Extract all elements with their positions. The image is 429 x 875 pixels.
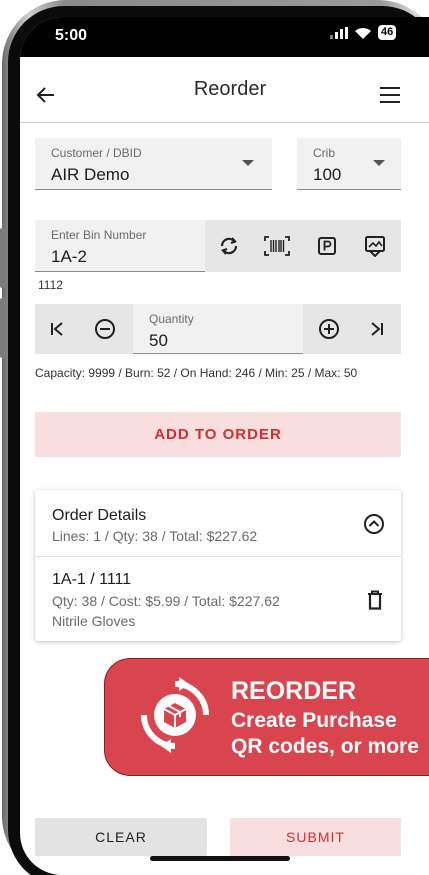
quantity-value: 50: [149, 331, 168, 350]
chevron-up-circle-icon[interactable]: [363, 513, 385, 535]
quantity-label: Quantity: [149, 312, 194, 326]
bin-sub-value: 1112: [38, 278, 63, 292]
bin-stats: Capacity: 9999 / Burn: 52 / On Hand: 246…: [35, 366, 358, 380]
promo-title: REORDER: [231, 677, 357, 705]
customer-value: AIR Demo: [51, 165, 130, 184]
customer-select[interactable]: Customer / DBID AIR Demo: [35, 138, 272, 190]
barcode-scan-button[interactable]: [257, 230, 297, 262]
p-box-icon: [318, 237, 336, 255]
wifi-icon: [355, 27, 371, 39]
skip-first-icon: [51, 322, 63, 336]
phone-side-button: [0, 228, 6, 288]
promo-banner: REORDER Create Purchase QR codes, or mor…: [104, 658, 429, 776]
increment-button[interactable]: [311, 313, 347, 345]
refresh-button[interactable]: [209, 230, 249, 262]
image-check-icon: [365, 236, 385, 257]
refresh-icon: [220, 237, 238, 255]
signal-icon: [330, 26, 348, 39]
skip-last-icon: [371, 322, 383, 336]
order-line-name: Nitrile Gloves: [52, 613, 136, 629]
order-line-detail: Qty: 38 / Cost: $5.99 / Total: $227.62: [52, 593, 280, 609]
order-details-header[interactable]: Order Details Lines: 1 / Qty: 38 / Total…: [35, 490, 401, 556]
bin-number-label: Enter Bin Number: [51, 228, 147, 242]
submit-button[interactable]: SUBMIT: [230, 818, 401, 856]
order-details-title: Order Details: [52, 507, 147, 524]
p-box-button[interactable]: [307, 230, 347, 262]
order-details-card: Order Details Lines: 1 / Qty: 38 / Total…: [35, 490, 401, 641]
bin-number-value: 1A-2: [51, 247, 87, 266]
status-icons: 46: [330, 25, 397, 40]
decrement-button[interactable]: [87, 313, 123, 345]
reorder-box-icon: [141, 677, 209, 753]
plus-circle-icon: [319, 319, 339, 339]
promo-line-2: QR codes, or more: [231, 735, 419, 758]
chevron-down-icon: [242, 160, 254, 166]
phone-side-button: [0, 298, 6, 358]
status-bar: 5:00 46: [20, 17, 429, 57]
clear-button[interactable]: CLEAR: [35, 818, 207, 856]
order-line-item: 1A-1 / 1111 Qty: 38 / Cost: $5.99 / Tota…: [35, 557, 401, 641]
hamburger-menu-icon: [380, 87, 400, 103]
first-button[interactable]: [39, 313, 75, 345]
bin-number-input[interactable]: Enter Bin Number 1A-2: [35, 220, 205, 272]
crib-label: Crib: [313, 146, 336, 160]
crib-value: 100: [313, 165, 342, 184]
quantity-right-controls: [303, 304, 401, 354]
crib-select[interactable]: Crib 100: [297, 138, 401, 190]
quantity-input[interactable]: Quantity 50: [133, 304, 303, 354]
add-to-order-button[interactable]: ADD TO ORDER: [35, 412, 401, 457]
order-line-bin: 1A-1 / 1111: [52, 571, 132, 588]
minus-circle-icon: [95, 319, 115, 339]
delete-icon[interactable]: [367, 590, 383, 610]
last-button[interactable]: [359, 313, 395, 345]
menu-button[interactable]: [374, 79, 406, 111]
chevron-down-icon: [373, 160, 385, 166]
status-time: 5:00: [55, 27, 88, 44]
order-summary: Lines: 1 / Qty: 38 / Total: $227.62: [52, 528, 258, 544]
home-indicator: [150, 856, 290, 861]
bin-tools: [205, 220, 401, 272]
page-title: Reorder: [193, 78, 267, 100]
quantity-left-controls: [35, 304, 133, 354]
battery-icon: 46: [378, 25, 397, 40]
customer-label: Customer / DBID: [51, 146, 142, 160]
app-screen: 5:00 46 Reorder Customer / DBID AIR Demo…: [20, 17, 429, 875]
promo-line-1: Create Purchase: [231, 709, 397, 732]
barcode-scan-icon: [264, 236, 290, 256]
image-check-button[interactable]: [355, 230, 395, 262]
promo-subtitle: Create Purchase QR codes, or more: [231, 708, 419, 760]
